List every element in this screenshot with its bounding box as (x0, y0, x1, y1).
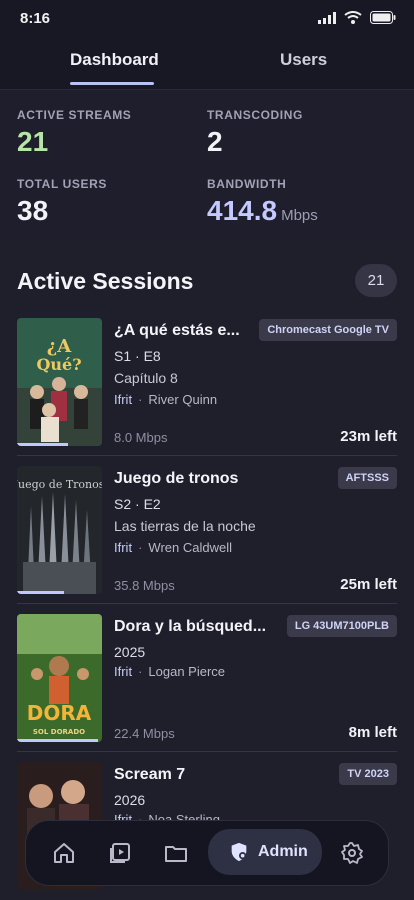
device-badge: TV 2023 (339, 763, 397, 785)
session-title: ¿A qué estás e... (114, 322, 240, 339)
stat-label: ACTIVE STREAMS (17, 108, 132, 122)
stat-bandwidth: BANDWIDTH 414.8 Mbps (207, 177, 318, 227)
stats-panel: ACTIVE STREAMS 21 TRANSCODING 2 TOTAL US… (0, 90, 414, 242)
bottom-nav: Admin (25, 820, 389, 886)
status-bar: 8:16 (0, 0, 414, 36)
session-subtitle: Capítulo 8 (114, 370, 178, 386)
session-episode: S2 · E2 (114, 496, 161, 512)
stat-label: BANDWIDTH (207, 177, 287, 191)
stat-value: 38 (17, 195, 49, 226)
session-user-line: Ifrit · Logan Pierce (114, 664, 226, 679)
time-left: 23m left (340, 428, 397, 445)
user-name: Wren Caldwell (148, 540, 232, 555)
device-badge: LG 43UM7100PLB (286, 615, 397, 637)
session-title: Juego de tronos (114, 470, 239, 487)
time-left: 8m left (348, 724, 397, 741)
svg-text:DORA: DORA (27, 701, 92, 725)
svg-text:¿A: ¿A (47, 336, 73, 357)
session-year: 2026 (114, 792, 146, 808)
svg-text:Qué?: Qué? (36, 355, 81, 374)
session-year: 2025 (114, 644, 146, 660)
stat-label: TRANSCODING (207, 108, 303, 122)
user-name: River Quinn (148, 392, 218, 407)
session-bitrate: 35.8 Mbps (114, 578, 175, 593)
divider (17, 603, 397, 604)
battery-icon (370, 11, 396, 24)
session-user-line: Ifrit · River Quinn (114, 392, 218, 407)
playback-progress (17, 591, 64, 594)
session-title: Scream 7 (114, 766, 186, 783)
bandwidth-value: 414.8 (207, 195, 278, 226)
signal-icon (318, 11, 336, 24)
status-icons (318, 11, 396, 24)
user-name: Logan Pierce (148, 664, 226, 679)
media-icon[interactable] (108, 841, 132, 865)
stat-value: 2 (207, 126, 223, 157)
session-bitrate: 22.4 Mbps (114, 726, 175, 741)
stat-total-users: TOTAL USERS 38 (17, 177, 107, 227)
session-title: Dora y la búsqued... (114, 618, 267, 635)
stat-value: 414.8 Mbps (207, 195, 318, 227)
stat-label: TOTAL USERS (17, 177, 107, 191)
server-name: Ifrit (114, 664, 133, 679)
divider (17, 455, 397, 456)
home-icon[interactable] (52, 841, 76, 865)
sessions-title: Active Sessions (17, 268, 194, 294)
divider (17, 751, 397, 752)
session-episode: S1 · E8 (114, 348, 161, 364)
device-badge: Chromecast Google TV (259, 319, 397, 341)
svg-text:Juego de Tronos: Juego de Tronos (17, 478, 102, 491)
playback-progress (17, 739, 98, 742)
poster-image: DORA SOL DORADO (17, 614, 102, 742)
session-card[interactable]: Juego de Tronos Juego de tronos AFTSSS S… (17, 466, 397, 594)
server-name: Ifrit (114, 540, 133, 555)
svg-text:SOL DORADO: SOL DORADO (33, 728, 85, 736)
session-subtitle: Las tierras de la noche (114, 518, 256, 534)
tab-users[interactable]: Users (280, 50, 327, 70)
session-card[interactable]: DORA SOL DORADO Dora y la búsqued... LG … (17, 614, 397, 742)
wifi-icon (344, 11, 362, 24)
active-tab-indicator (70, 82, 154, 85)
playback-progress (17, 443, 68, 446)
admin-nav-button[interactable]: Admin (208, 829, 322, 875)
stat-active-streams: ACTIVE STREAMS 21 (17, 108, 131, 158)
admin-shield-icon (231, 842, 247, 862)
stat-value: 21 (17, 126, 49, 157)
sessions-count-badge: 21 (355, 264, 397, 297)
top-tabs: Dashboard Users (0, 36, 414, 90)
server-name: Ifrit (114, 392, 133, 407)
poster-image: ¿A Qué? (17, 318, 102, 446)
bandwidth-unit: Mbps (281, 207, 318, 224)
device-badge: AFTSSS (337, 467, 397, 489)
session-bitrate: 8.0 Mbps (114, 430, 168, 445)
session-user-line: Ifrit · Wren Caldwell (114, 540, 232, 555)
poster-image: Juego de Tronos (17, 466, 102, 594)
folder-icon[interactable] (164, 841, 188, 865)
gear-icon[interactable] (340, 841, 364, 865)
session-card[interactable]: ¿A Qué? ¿A qué estás e... Chromecast Goo… (17, 318, 397, 446)
time-left: 25m left (340, 576, 397, 593)
status-time: 8:16 (20, 10, 51, 27)
stat-transcoding: TRANSCODING 2 (207, 108, 303, 158)
admin-nav-label: Admin (258, 843, 308, 860)
tab-dashboard[interactable]: Dashboard (70, 50, 159, 70)
